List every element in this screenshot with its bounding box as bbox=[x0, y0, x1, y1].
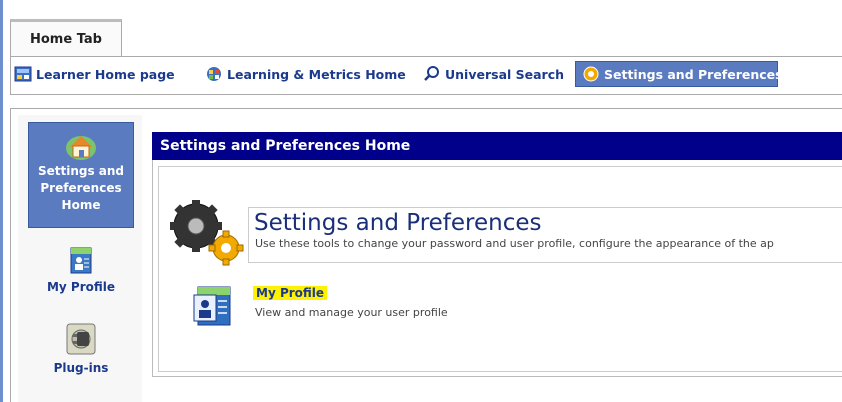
nav-universal-search[interactable]: Universal Search bbox=[423, 61, 564, 87]
sidebar-item-my-profile[interactable]: My Profile bbox=[28, 245, 134, 305]
my-profile-card-icon[interactable] bbox=[190, 283, 236, 329]
nav-learner-home[interactable]: Learner Home page bbox=[14, 61, 175, 87]
learning-metrics-icon bbox=[205, 65, 223, 83]
nav-universal-search-label: Universal Search bbox=[445, 66, 565, 82]
my-profile-description: View and manage your user profile bbox=[255, 306, 448, 319]
sidebar-item-plugins[interactable]: Plug-ins bbox=[28, 322, 134, 382]
gears-icon bbox=[168, 198, 248, 268]
nav-settings-preferences[interactable]: Settings and Preferences bbox=[575, 61, 783, 87]
nav-settings-preferences-label: Settings and Preferences bbox=[604, 66, 783, 82]
tab-home[interactable]: Home Tab bbox=[10, 19, 122, 57]
house-icon bbox=[64, 131, 98, 161]
sidebar-item-settings-home[interactable]: Settings and Preferences Home bbox=[28, 122, 134, 228]
profile-card-icon bbox=[68, 245, 94, 275]
sidebar-item-plugins-label: Plug-ins bbox=[53, 361, 109, 375]
sidebar-item-settings-home-label: Settings and Preferences Home bbox=[37, 164, 125, 212]
main-inner-panel bbox=[158, 166, 842, 372]
section-description: Use these tools to change your password … bbox=[255, 237, 774, 250]
plug-icon bbox=[65, 322, 97, 356]
sidebar-item-my-profile-label: My Profile bbox=[46, 280, 116, 294]
section-title: Settings and Preferences bbox=[254, 210, 542, 236]
page-title: Settings and Preferences Home bbox=[152, 132, 842, 160]
nav-learning-metrics[interactable]: Learning & Metrics Home bbox=[205, 61, 406, 87]
window-left-border bbox=[0, 0, 3, 402]
learner-home-icon bbox=[14, 65, 32, 83]
settings-gear-icon bbox=[582, 65, 600, 83]
my-profile-link[interactable]: My Profile bbox=[253, 286, 328, 300]
nav-learning-metrics-label: Learning & Metrics Home bbox=[227, 66, 406, 82]
search-icon bbox=[423, 65, 441, 83]
nav-learner-home-label: Learner Home page bbox=[36, 66, 175, 82]
